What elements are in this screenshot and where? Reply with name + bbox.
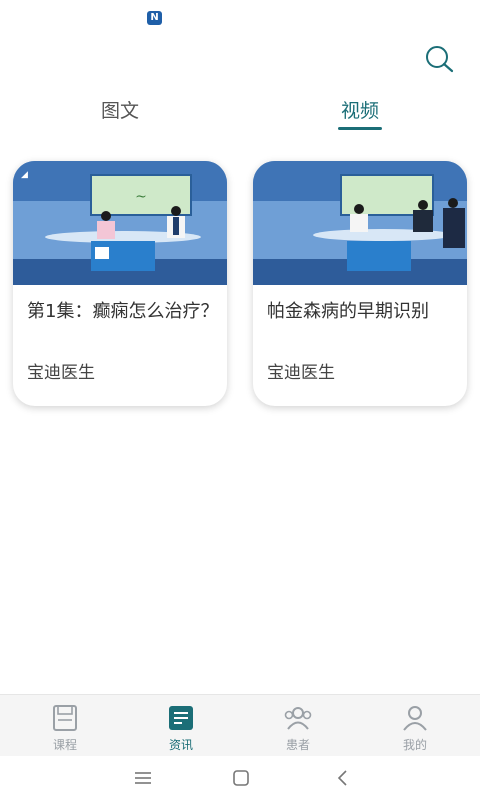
nav-item-profile[interactable]: 我的 (355, 695, 475, 757)
video-author: 宝迪医生 (27, 363, 95, 383)
nav-label: 资讯 (168, 738, 193, 752)
tab-graphic-text[interactable]: 图文 (80, 96, 160, 123)
search-icon (426, 46, 454, 73)
video-card[interactable]: ~ ◢ 第1集：癫痫怎么治疗？ 宝迪医生 (13, 161, 227, 406)
tab-video[interactable]: 视频 (320, 96, 400, 123)
video-thumbnail (253, 161, 467, 285)
video-thumbnail: ~ ◢ (13, 161, 227, 285)
nav-label: 患者 (285, 738, 310, 752)
video-author: 宝迪医生 (267, 363, 335, 383)
course-book-icon (53, 705, 77, 731)
bottom-navigation: 课程 资讯 患者 我的 (0, 694, 480, 756)
nav-label: 我的 (402, 738, 427, 752)
back-icon[interactable] (333, 768, 353, 788)
video-card[interactable]: 帕金森病的早期识别 宝迪医生 (253, 161, 467, 406)
video-title: 帕金森病的早期识别 (267, 301, 429, 322)
menu-icon[interactable] (133, 768, 153, 788)
svg-text:~: ~ (135, 189, 147, 205)
nav-label: 课程 (52, 738, 77, 752)
system-navigation-bar (0, 756, 480, 800)
nav-item-patients[interactable]: 患者 (238, 695, 358, 757)
notification-app-icon: N (147, 11, 162, 25)
profile-icon (403, 706, 427, 731)
content-tabs: 图文 视频 (0, 92, 480, 136)
nav-item-course[interactable]: 课程 (5, 695, 125, 757)
active-tab-indicator (338, 127, 382, 130)
svg-text:◢: ◢ (21, 170, 28, 180)
news-icon (169, 706, 193, 730)
status-bar: N (0, 0, 480, 36)
video-title: 第1集：癫痫怎么治疗？ (27, 301, 219, 322)
patients-icon (284, 707, 312, 730)
search-button[interactable] (422, 44, 456, 74)
home-icon[interactable] (231, 768, 251, 788)
nav-item-news[interactable]: 资讯 (121, 695, 241, 757)
